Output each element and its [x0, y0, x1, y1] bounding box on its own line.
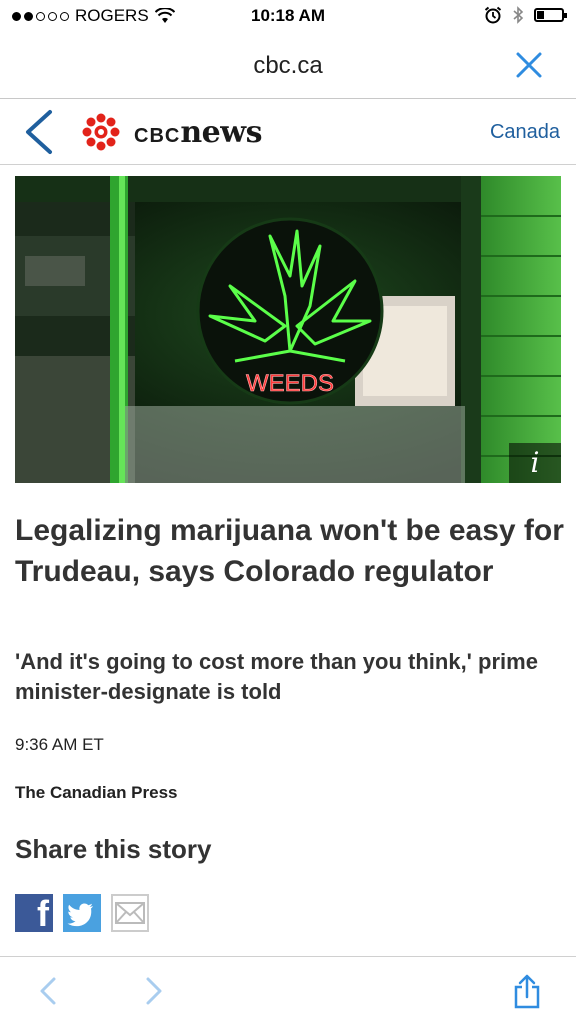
share-icons: f [15, 894, 149, 932]
article-hero-image[interactable]: WEEDS i [15, 176, 561, 483]
article-headline: Legalizing marijuana won't be easy for T… [15, 514, 564, 588]
site-header: CBCnews Canada [0, 99, 576, 165]
close-icon[interactable] [514, 50, 544, 80]
neon-weeds-sign-photo: WEEDS [15, 176, 561, 483]
logo-text-news: news [180, 115, 262, 150]
forward-arrow-icon[interactable] [140, 973, 168, 1009]
url-display[interactable]: cbc.ca [0, 52, 576, 80]
article-source: The Canadian Press [15, 783, 178, 802]
facebook-icon[interactable]: f [15, 894, 53, 932]
email-icon[interactable] [111, 894, 149, 932]
share-icon[interactable] [510, 973, 544, 1009]
chevron-left-icon[interactable] [20, 109, 58, 155]
status-bar: ROGERS 10:18 AM [0, 0, 576, 34]
section-link-canada[interactable]: Canada [490, 121, 560, 144]
neon-sign-text: WEEDS [246, 370, 334, 397]
article-deck: 'And it's going to cost more than you th… [15, 649, 538, 704]
bluetooth-icon [513, 6, 524, 24]
twitter-icon[interactable] [63, 894, 101, 932]
cbc-gem-logo-icon[interactable] [82, 113, 120, 151]
browser-url-bar: cbc.ca [0, 34, 576, 99]
back-arrow-icon[interactable] [34, 973, 62, 1009]
image-info-button[interactable]: i [509, 443, 561, 483]
status-icons [484, 6, 567, 24]
cbc-news-logo[interactable]: CBCnews [134, 115, 262, 150]
share-heading: Share this story [15, 834, 212, 864]
logo-text-cbc: CBC [134, 125, 181, 147]
publish-time: 9:36 AM ET [15, 735, 104, 754]
battery-icon [534, 8, 567, 22]
alarm-icon [484, 6, 502, 24]
browser-toolbar [0, 956, 576, 1025]
